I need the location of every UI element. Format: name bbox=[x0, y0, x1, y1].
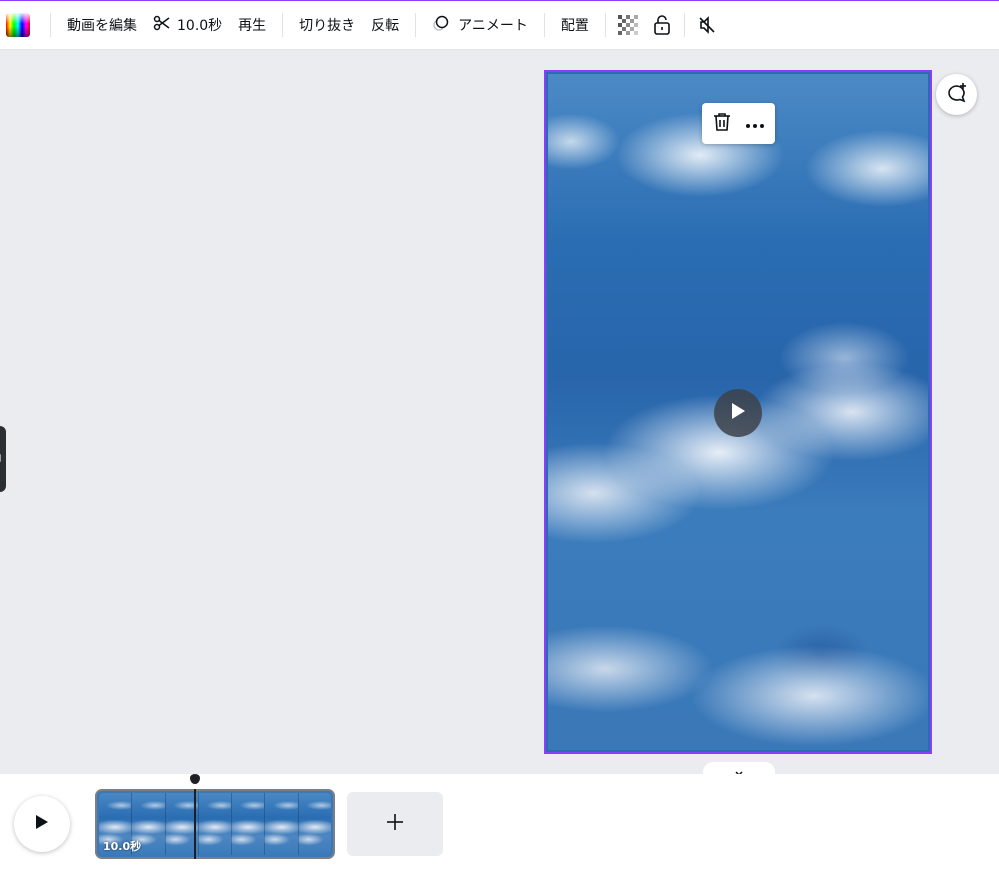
toolbar-divider bbox=[282, 13, 284, 37]
scissors-icon bbox=[153, 14, 171, 36]
flip-button[interactable]: 反転 bbox=[363, 8, 407, 42]
toolbar-divider bbox=[543, 13, 545, 37]
more-options-button[interactable] bbox=[740, 109, 770, 139]
edit-video-button[interactable]: 動画を編集 bbox=[59, 8, 145, 42]
playhead[interactable] bbox=[194, 789, 196, 859]
floating-context-menu bbox=[702, 103, 775, 144]
playhead-knob[interactable] bbox=[190, 774, 200, 784]
handle-grip bbox=[0, 454, 1, 462]
clip-frame bbox=[232, 793, 266, 855]
lock-button[interactable] bbox=[648, 8, 676, 42]
animate-circles-icon bbox=[432, 13, 452, 37]
video-play-button[interactable] bbox=[714, 389, 762, 437]
color-wheel-icon[interactable] bbox=[6, 13, 30, 37]
add-page-button[interactable] bbox=[347, 792, 443, 856]
toolbar-divider bbox=[50, 13, 51, 37]
editor-toolbar: 動画を編集 10.0秒 再生 切り抜き 反転 アニメート 配置 bbox=[0, 0, 999, 50]
position-button[interactable]: 配置 bbox=[553, 8, 597, 42]
duration-label: 10.0秒 bbox=[177, 18, 223, 34]
animate-label: アニメート bbox=[458, 18, 528, 34]
mute-button[interactable] bbox=[693, 8, 721, 42]
checkerboard-icon bbox=[617, 15, 638, 35]
play-icon bbox=[730, 402, 746, 424]
add-comment-icon bbox=[946, 82, 968, 108]
playback-button[interactable]: 再生 bbox=[230, 8, 274, 42]
crop-label: 切り抜き bbox=[299, 18, 356, 34]
plus-icon bbox=[386, 813, 404, 835]
play-icon bbox=[35, 814, 49, 834]
clip-frame bbox=[265, 793, 299, 855]
more-dots-icon bbox=[745, 114, 765, 133]
toolbar-divider bbox=[415, 13, 417, 37]
position-label: 配置 bbox=[560, 18, 589, 34]
speaker-muted-icon bbox=[697, 15, 717, 35]
toolbar-divider bbox=[604, 13, 606, 37]
timeline-play-button[interactable] bbox=[14, 796, 70, 852]
side-panel-handle[interactable] bbox=[0, 426, 6, 492]
clip-frame bbox=[298, 793, 331, 855]
add-comment-button[interactable] bbox=[936, 74, 977, 115]
animate-button[interactable]: アニメート bbox=[424, 8, 536, 42]
timeline-panel: 10.0秒 bbox=[0, 774, 999, 873]
trash-icon bbox=[713, 112, 731, 136]
playback-label: 再生 bbox=[238, 18, 267, 34]
timeline-clip[interactable]: 10.0秒 bbox=[95, 789, 335, 859]
trim-duration-button[interactable]: 10.0秒 bbox=[145, 8, 230, 42]
flip-label: 反転 bbox=[371, 18, 400, 34]
edit-video-label: 動画を編集 bbox=[67, 18, 137, 34]
crop-button[interactable]: 切り抜き bbox=[291, 8, 363, 42]
delete-button[interactable] bbox=[707, 109, 737, 139]
unlock-icon bbox=[652, 14, 672, 36]
toolbar-divider bbox=[683, 13, 685, 37]
clip-duration-label: 10.0秒 bbox=[103, 840, 142, 853]
video-frame[interactable] bbox=[544, 70, 932, 754]
transparency-button[interactable] bbox=[614, 8, 642, 42]
clip-frame bbox=[198, 793, 233, 855]
